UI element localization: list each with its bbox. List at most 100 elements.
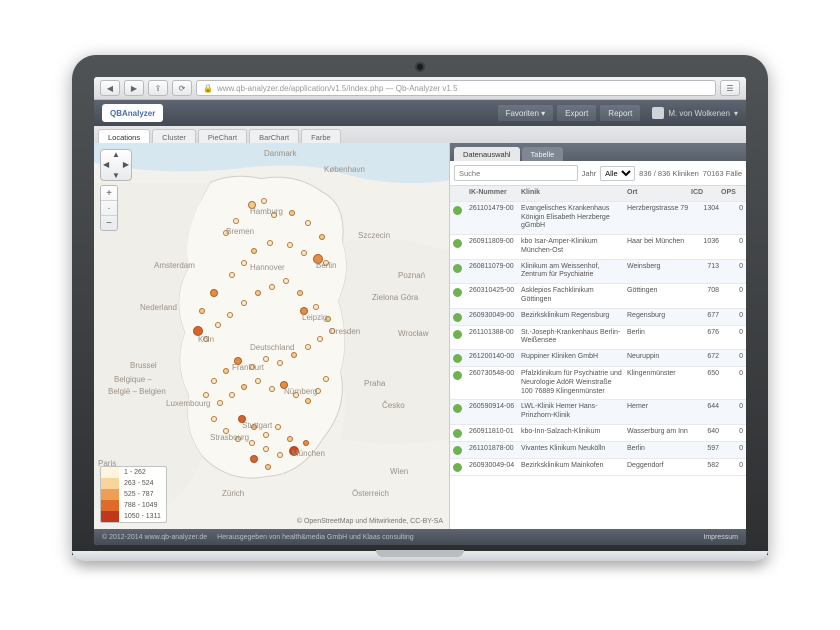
share-button[interactable]: ⇪ [148,80,168,96]
favorites-button[interactable]: Favoriten ▾ [498,105,554,121]
export-button[interactable]: Export [557,105,596,121]
map-marker[interactable] [325,316,331,322]
map-marker[interactable] [289,210,295,216]
map-marker[interactable] [255,290,261,296]
map-marker[interactable] [223,428,229,434]
search-input[interactable] [454,165,578,181]
map-marker[interactable] [210,289,218,297]
table-row[interactable]: 260911809-00kbo Isar-Amper-Klinikum Münc… [450,235,746,260]
table-row[interactable]: 261200140-00Ruppiner Kliniken GmbHNeurup… [450,350,746,367]
map-marker[interactable] [287,242,293,248]
map-marker[interactable] [313,304,319,310]
impressum-link[interactable]: Impressum [703,534,738,541]
app-logo[interactable]: QBAnalyzer [102,104,163,122]
map-marker[interactable] [248,201,256,209]
map-marker[interactable] [250,455,258,463]
report-button[interactable]: Report [600,105,640,121]
map-marker[interactable] [203,336,209,342]
map-marker[interactable] [193,326,203,336]
tab-datenauswahl[interactable]: Datenauswahl [454,147,520,161]
map-marker[interactable] [211,378,217,384]
map-marker[interactable] [263,446,269,452]
map-marker[interactable] [241,260,247,266]
map-marker[interactable] [227,312,233,318]
tab-tabelle[interactable]: Tabelle [522,147,564,161]
table-row[interactable]: 261101878-00Vivantes Klinikum NeuköllnBe… [450,442,746,459]
tab-locations[interactable]: Locations [98,129,150,144]
map-pane[interactable]: DanmarkKøbenhavnHamburgBremenAmsterdamNe… [94,143,449,529]
map-marker[interactable] [277,452,283,458]
map-marker[interactable] [291,352,297,358]
map-marker[interactable] [203,392,209,398]
table-row[interactable]: 260310425-00Asklepios Fachklinikum Götti… [450,284,746,309]
map-marker[interactable] [217,400,223,406]
map-marker[interactable] [301,250,307,256]
map-marker[interactable] [305,220,311,226]
map-marker[interactable] [199,308,205,314]
map-marker[interactable] [329,328,335,334]
pan-control[interactable]: ▲ ▼ ◀ ▶ [100,149,132,181]
map-marker[interactable] [251,248,257,254]
table-row[interactable]: 260811079-00Klinikum am Weissenhof, Zent… [450,260,746,285]
map-marker[interactable] [293,392,299,398]
map-marker[interactable] [313,254,323,264]
map-marker[interactable] [269,284,275,290]
map-marker[interactable] [283,278,289,284]
map-marker[interactable] [249,440,255,446]
map-marker[interactable] [287,436,293,442]
map-marker[interactable] [261,198,267,204]
tab-cluster[interactable]: Cluster [152,129,196,144]
map-marker[interactable] [211,416,217,422]
year-select[interactable]: Alle [600,166,635,181]
map-marker[interactable] [267,240,273,246]
map-marker[interactable] [297,290,303,296]
map-marker[interactable] [265,464,271,470]
map-marker[interactable] [303,440,309,446]
map-marker[interactable] [289,446,299,456]
map-marker[interactable] [251,424,257,430]
zoom-out-button[interactable]: − [101,216,117,230]
map-marker[interactable] [323,376,329,382]
table-row[interactable]: 260930049-04Bezirksklinikum MainkofenDeg… [450,459,746,476]
map-marker[interactable] [275,424,281,430]
reload-button[interactable]: ⟳ [172,80,192,96]
map-marker[interactable] [234,357,242,365]
map-marker[interactable] [238,415,246,423]
map-marker[interactable] [215,322,221,328]
user-menu[interactable]: M. von Wolkenen ▾ [652,107,738,119]
map-marker[interactable] [263,432,269,438]
table-row[interactable]: 260911810-01kbo-Inn-Salzach-KlinikumWass… [450,425,746,442]
map-marker[interactable] [235,436,241,442]
map-marker[interactable] [280,381,288,389]
map-marker[interactable] [241,300,247,306]
tab-piechart[interactable]: PieChart [198,129,247,144]
table-row[interactable]: 260730548-00Pfalzklinikum für Psychiatri… [450,367,746,400]
map-marker[interactable] [277,360,283,366]
map-marker[interactable] [223,230,229,236]
table-row[interactable]: 260590914-06LWL-Klinik Hemer Hans-Prinzh… [450,400,746,425]
map-marker[interactable] [241,384,247,390]
table-row[interactable]: 261101388-00St.-Joseph-Krankenhaus Berli… [450,326,746,351]
map-marker[interactable] [229,272,235,278]
forward-button[interactable]: ▶ [124,80,144,96]
map-marker[interactable] [255,378,261,384]
map-marker[interactable] [323,260,329,266]
map-marker[interactable] [319,234,325,240]
map-marker[interactable] [317,336,323,342]
map-marker[interactable] [233,218,239,224]
back-button[interactable]: ◀ [100,80,120,96]
map-marker[interactable] [300,307,308,315]
map-marker[interactable] [223,368,229,374]
map-marker[interactable] [249,364,255,370]
address-bar[interactable]: 🔒 www.qb-analyzer.de/application/v1.5/in… [196,80,716,96]
map-marker[interactable] [305,398,311,404]
map-marker[interactable] [263,356,269,362]
table-row[interactable]: 261101479-00Evangelisches Krankenhaus Kö… [450,202,746,235]
map-marker[interactable] [271,212,277,218]
map-marker[interactable] [229,392,235,398]
table-row[interactable]: 260930049-00Bezirksklinikum RegensburgRe… [450,309,746,326]
map-marker[interactable] [315,388,321,394]
reader-button[interactable]: ☰ [720,80,740,96]
zoom-in-button[interactable]: + [101,186,117,201]
map-marker[interactable] [305,344,311,350]
